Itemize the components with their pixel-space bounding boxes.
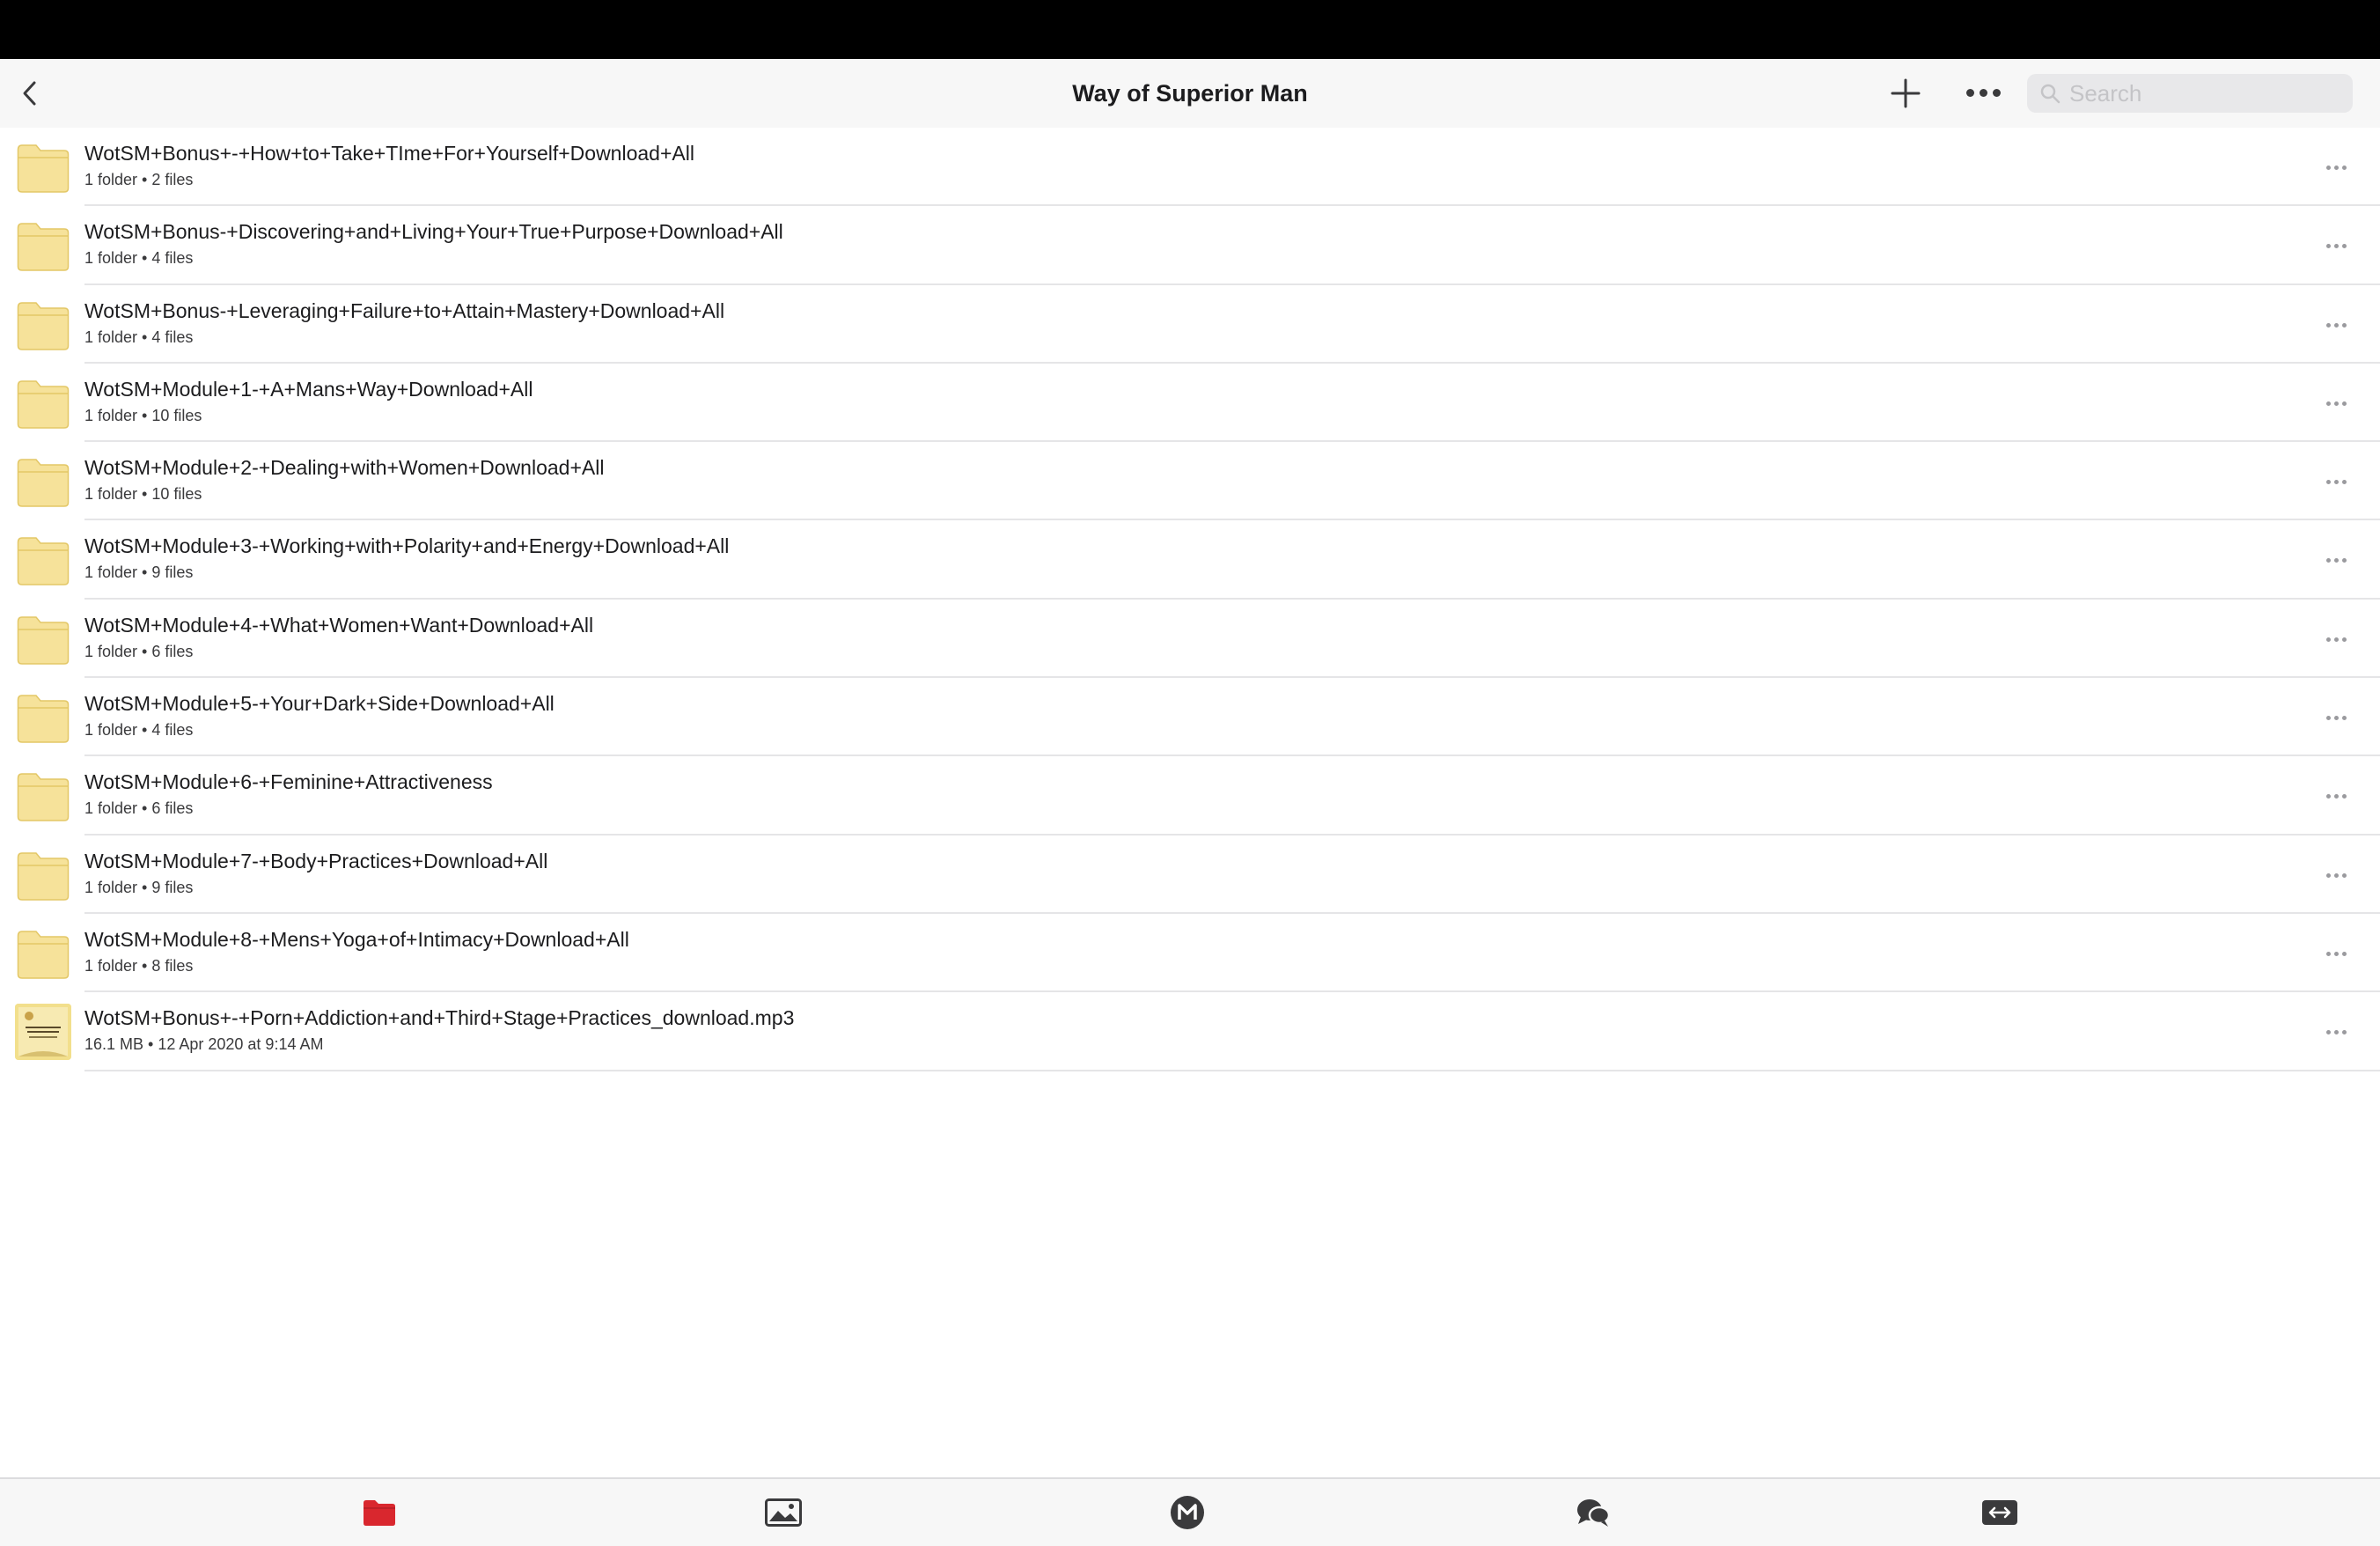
navigation-bar: Way of Superior Man	[0, 59, 2380, 128]
folder-icon	[17, 457, 70, 508]
item-details: 1 folder • 10 files	[84, 406, 202, 424]
tab-photos[interactable]	[748, 1479, 819, 1546]
plus-icon	[1891, 78, 1921, 108]
tab-chat[interactable]	[1558, 1479, 1628, 1546]
item-details: 1 folder • 6 files	[84, 799, 194, 818]
item-details: 1 folder • 4 files	[84, 249, 194, 268]
item-name: WotSM+Module+8-+Mens+Yoga+of+Intimacy+Do…	[84, 927, 629, 951]
item-more-button[interactable]	[2318, 628, 2354, 649]
item-more-button[interactable]	[2318, 864, 2354, 885]
item-more-button[interactable]	[2318, 313, 2354, 335]
folder-icon	[17, 379, 70, 430]
item-more-button[interactable]	[2318, 784, 2354, 806]
item-more-button[interactable]	[2318, 942, 2354, 963]
item-name: WotSM+Module+1-+A+Mans+Way+Download+All	[84, 377, 533, 401]
ellipsis-icon	[2325, 1023, 2348, 1039]
item-name: WotSM+Module+6-+Feminine+Attractiveness	[84, 770, 493, 794]
item-name: WotSM+Module+4-+What+Women+Want+Download…	[84, 613, 594, 637]
folder-icon	[17, 300, 70, 351]
tab-cloud-drive[interactable]	[344, 1479, 415, 1546]
item-details: 16.1 MB • 12 Apr 2020 at 9:14 AM	[84, 1035, 324, 1054]
item-details: 1 folder • 4 files	[84, 721, 194, 740]
folder-icon	[17, 771, 70, 822]
file-row[interactable]: WotSM+Bonus+-+Porn+Addiction+and+Third+S…	[0, 992, 2380, 1071]
status-bar	[0, 0, 2380, 59]
page-title: Way of Superior Man	[1072, 80, 1308, 107]
ellipsis-icon	[2325, 866, 2348, 882]
tab-transfers[interactable]	[1965, 1479, 2035, 1546]
folder-row[interactable]: WotSM+Module+3-+Working+with+Polarity+an…	[0, 520, 2380, 600]
item-name: WotSM+Module+2-+Dealing+with+Women+Downl…	[84, 456, 605, 480]
ellipsis-icon	[2325, 473, 2348, 489]
folder-row[interactable]: WotSM+Module+4-+What+Women+Want+Download…	[0, 600, 2380, 679]
row-divider	[84, 1069, 2380, 1071]
folder-icon	[364, 1500, 395, 1526]
more-options-button[interactable]	[1961, 73, 2005, 114]
item-details: 1 folder • 10 files	[84, 485, 202, 504]
chevron-left-icon	[23, 81, 36, 106]
search-icon	[2040, 84, 2060, 104]
folder-icon	[17, 615, 70, 666]
item-name: WotSM+Module+5-+Your+Dark+Side+Download+…	[84, 692, 555, 716]
ellipsis-icon	[1964, 85, 2003, 101]
ellipsis-icon	[2325, 394, 2348, 410]
ellipsis-icon	[2325, 945, 2348, 961]
folder-icon	[17, 929, 70, 980]
ellipsis-icon	[2325, 158, 2348, 174]
item-details: 1 folder • 9 files	[84, 878, 194, 896]
item-details: 1 folder • 2 files	[84, 171, 194, 188]
folder-row[interactable]: WotSM+Module+1-+A+Mans+Way+Download+All 1…	[0, 364, 2380, 443]
item-name: WotSM+Bonus+-+How+to+Take+TIme+For+Yours…	[84, 142, 694, 165]
folder-icon	[17, 693, 70, 744]
folder-row[interactable]: WotSM+Module+8-+Mens+Yoga+of+Intimacy+Do…	[0, 914, 2380, 993]
folder-row[interactable]: WotSM+Module+7-+Body+Practices+Download+…	[0, 836, 2380, 914]
search-input[interactable]	[2069, 79, 2333, 107]
item-name: WotSM+Bonus-+Discovering+and+Living+Your…	[84, 220, 783, 244]
ellipsis-icon	[2325, 709, 2348, 725]
transfers-icon	[1982, 1500, 2017, 1525]
item-name: WotSM+Bonus-+Leveraging+Failure+to+Attai…	[84, 298, 725, 322]
item-more-button[interactable]	[2318, 706, 2354, 727]
folder-row[interactable]: WotSM+Module+5-+Your+Dark+Side+Download+…	[0, 678, 2380, 757]
mega-logo-icon	[1171, 1496, 1204, 1529]
photo-icon	[765, 1498, 802, 1527]
ellipsis-icon	[2325, 316, 2348, 332]
item-details: 1 folder • 4 files	[84, 328, 194, 346]
folder-row[interactable]: WotSM+Bonus-+Leveraging+Failure+to+Attai…	[0, 285, 2380, 364]
folder-icon	[17, 535, 70, 586]
folder-icon	[17, 221, 70, 272]
item-name: WotSM+Module+3-+Working+with+Polarity+an…	[84, 534, 730, 558]
audio-file-thumbnail	[15, 1004, 71, 1061]
ellipsis-icon	[2325, 237, 2348, 253]
add-button[interactable]	[1885, 73, 1926, 114]
folder-icon	[17, 850, 70, 902]
chat-bubbles-icon	[1577, 1499, 1611, 1527]
item-more-button[interactable]	[2318, 1020, 2354, 1042]
folder-row[interactable]: WotSM+Bonus-+Discovering+and+Living+Your…	[0, 206, 2380, 285]
tab-bar	[0, 1477, 2380, 1546]
item-details: 1 folder • 8 files	[84, 956, 194, 975]
folder-row[interactable]: WotSM+Module+2-+Dealing+with+Women+Downl…	[0, 442, 2380, 521]
search-field[interactable]	[2027, 74, 2353, 113]
ellipsis-icon	[2325, 787, 2348, 803]
item-more-button[interactable]	[2318, 234, 2354, 255]
item-name: WotSM+Bonus+-+Porn+Addiction+and+Third+S…	[84, 1006, 795, 1030]
item-details: 1 folder • 9 files	[84, 563, 194, 582]
file-list: WotSM+Bonus+-+How+to+Take+TIme+For+Yours…	[0, 128, 2380, 1071]
tab-home[interactable]	[1152, 1479, 1223, 1546]
item-more-button[interactable]	[2318, 392, 2354, 413]
back-button[interactable]	[11, 74, 49, 113]
item-more-button[interactable]	[2318, 548, 2354, 570]
item-name: WotSM+Module+7-+Body+Practices+Download+…	[84, 849, 548, 872]
item-more-button[interactable]	[2318, 470, 2354, 491]
ellipsis-icon	[2325, 630, 2348, 646]
folder-row[interactable]: WotSM+Module+6-+Feminine+Attractiveness 1…	[0, 756, 2380, 836]
folder-row[interactable]: WotSM+Bonus+-+How+to+Take+TIme+For+Yours…	[0, 128, 2380, 207]
item-more-button[interactable]	[2318, 156, 2354, 177]
ellipsis-icon	[2325, 551, 2348, 567]
item-details: 1 folder • 6 files	[84, 642, 194, 660]
folder-icon	[17, 143, 70, 194]
